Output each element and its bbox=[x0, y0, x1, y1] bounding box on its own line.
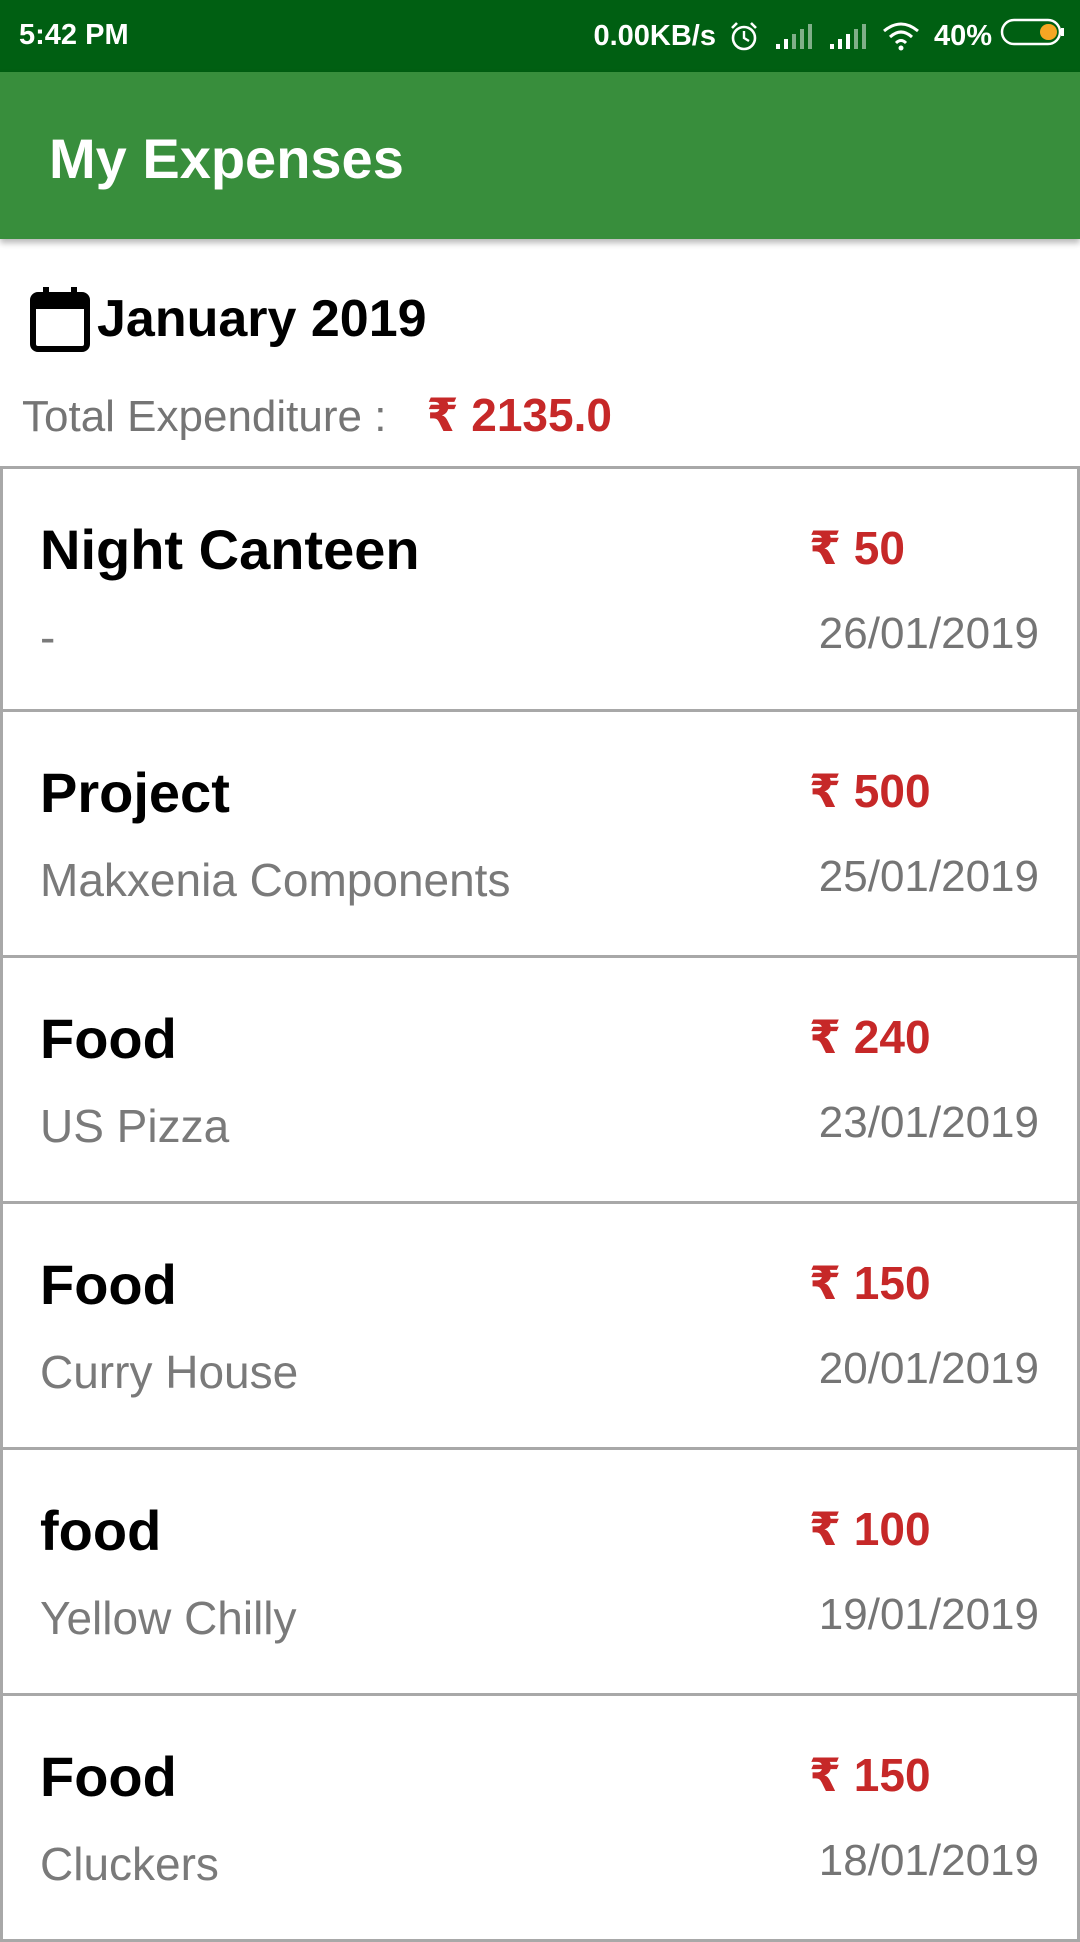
status-time: 5:42 PM bbox=[19, 19, 129, 51]
expense-amount: ₹ 100 bbox=[809, 1503, 931, 1555]
expense-category: food bbox=[40, 1499, 162, 1562]
page-title: My Expenses bbox=[49, 127, 404, 190]
expense-description: - bbox=[40, 611, 56, 663]
expense-description: Makxenia Components bbox=[40, 854, 511, 906]
expense-category: Night Canteen bbox=[40, 518, 420, 581]
expense-date: 25/01/2019 bbox=[818, 852, 1039, 901]
total-expenditure: Total Expenditure : ₹ 2135.0 bbox=[22, 388, 612, 442]
app-bar: My Expenses bbox=[0, 72, 1080, 239]
list-item[interactable]: Food Curry House ₹ 150 20/01/2019 bbox=[0, 1204, 1080, 1450]
expense-category: Project bbox=[40, 761, 230, 824]
expense-description: Yellow Chilly bbox=[40, 1592, 297, 1644]
wifi-icon bbox=[882, 21, 920, 51]
expense-date: 23/01/2019 bbox=[818, 1098, 1039, 1147]
expense-amount: ₹ 240 bbox=[809, 1011, 931, 1063]
net-speed: 0.00KB/s bbox=[593, 19, 716, 52]
signal-icon bbox=[828, 22, 868, 50]
signal-icon bbox=[774, 22, 814, 50]
expense-amount: ₹ 150 bbox=[809, 1749, 931, 1801]
expense-list: Night Canteen - ₹ 50 26/01/2019 Project … bbox=[0, 466, 1080, 1942]
calendar-icon bbox=[30, 287, 90, 352]
expense-category: Food bbox=[40, 1253, 177, 1316]
month-selector[interactable]: January 2019 bbox=[29, 284, 427, 354]
battery-icon bbox=[1000, 17, 1066, 55]
total-label: Total Expenditure : bbox=[22, 392, 387, 441]
expense-amount: ₹ 500 bbox=[809, 765, 931, 817]
expense-amount: ₹ 150 bbox=[809, 1257, 931, 1309]
month-label: January 2019 bbox=[97, 290, 427, 348]
list-item[interactable]: Food Cluckers ₹ 150 18/01/2019 bbox=[0, 1696, 1080, 1942]
alarm-icon bbox=[728, 20, 760, 52]
expense-description: Curry House bbox=[40, 1346, 299, 1398]
list-item[interactable]: Project Makxenia Components ₹ 500 25/01/… bbox=[0, 712, 1080, 958]
status-bar: 5:42 PM 0.00KB/s 40% bbox=[0, 0, 1080, 72]
expense-date: 18/01/2019 bbox=[818, 1836, 1039, 1885]
expense-description: Cluckers bbox=[40, 1838, 219, 1890]
expense-date: 20/01/2019 bbox=[818, 1344, 1039, 1393]
expense-description: US Pizza bbox=[40, 1100, 230, 1152]
list-item[interactable]: food Yellow Chilly ₹ 100 19/01/2019 bbox=[0, 1450, 1080, 1696]
list-item[interactable]: Food US Pizza ₹ 240 23/01/2019 bbox=[0, 958, 1080, 1204]
expense-category: Food bbox=[40, 1007, 177, 1070]
total-amount: ₹ 2135.0 bbox=[426, 389, 612, 441]
expense-date: 26/01/2019 bbox=[818, 609, 1039, 658]
battery-percent: 40% bbox=[933, 19, 992, 52]
expense-amount: ₹ 50 bbox=[809, 522, 905, 574]
status-icons: 0.00KB/s 40% bbox=[593, 17, 1066, 55]
expense-category: Food bbox=[40, 1745, 177, 1808]
expense-date: 19/01/2019 bbox=[818, 1590, 1039, 1639]
list-item[interactable]: Night Canteen - ₹ 50 26/01/2019 bbox=[0, 466, 1080, 712]
